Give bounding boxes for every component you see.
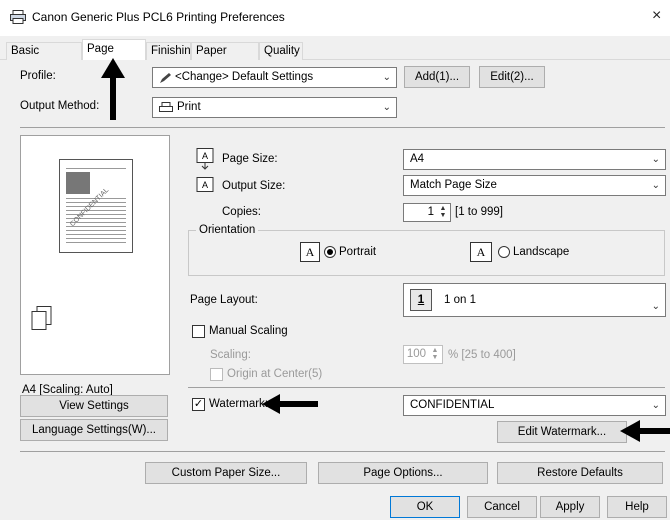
copies-label: Copies: xyxy=(222,206,261,218)
view-settings-button[interactable]: View Settings xyxy=(20,395,168,417)
scaling-label: Scaling: xyxy=(210,349,251,361)
output-size-icon: A xyxy=(196,177,214,192)
page-options-button[interactable]: Page Options... xyxy=(318,462,488,484)
tab-paper-source[interactable]: Paper Source xyxy=(191,42,259,73)
title-bar: Canon Generic Plus PCL6 Printing Prefere… xyxy=(0,0,670,34)
printer-icon xyxy=(10,10,26,24)
watermark-label[interactable]: Watermark: xyxy=(209,398,268,410)
divider xyxy=(20,127,665,128)
language-settings-button[interactable]: Language Settings(W)... xyxy=(20,419,168,441)
page-size-select[interactable]: A4 ⌄ xyxy=(403,149,666,170)
orientation-label: Orientation xyxy=(196,224,259,236)
custom-paper-size-button[interactable]: Custom Paper Size... xyxy=(145,462,307,484)
annotation-arrow-left-2 xyxy=(620,420,670,442)
output-size-value: Match Page Size xyxy=(410,179,497,191)
output-method-select[interactable]: Print ⌄ xyxy=(152,97,397,118)
watermark-checkbox[interactable]: ✓ xyxy=(192,398,205,411)
ok-button[interactable]: OK xyxy=(390,496,460,518)
copies-range: [1 to 999] xyxy=(455,206,503,218)
copies-value: 1 xyxy=(427,206,434,218)
watermark-value: CONFIDENTIAL xyxy=(410,399,495,411)
cancel-button[interactable]: Cancel xyxy=(467,496,537,518)
chevron-down-icon: ⌄ xyxy=(651,154,660,165)
chevron-down-icon: ⌄ xyxy=(382,102,391,113)
preview-page: CONFIDENTIAL xyxy=(59,159,133,253)
landscape-radio[interactable] xyxy=(498,246,510,258)
portrait-icon: A xyxy=(300,242,320,262)
add-profile-button[interactable]: Add(1)... xyxy=(404,66,470,88)
page-layout-label: Page Layout: xyxy=(190,294,258,306)
output-method-value: Print xyxy=(177,101,201,113)
orientation-group xyxy=(188,230,665,276)
preview-image-block xyxy=(66,172,90,194)
portrait-radio[interactable] xyxy=(324,246,336,258)
page-preview: CONFIDENTIAL xyxy=(20,135,170,375)
spin-up-down-icon: ▲ ▼ xyxy=(431,347,439,361)
edit-watermark-button[interactable]: Edit Watermark... xyxy=(497,421,627,443)
spin-up-down-icon[interactable]: ▲ ▼ xyxy=(437,205,449,220)
tab-strip: Basic Settings Page Setup Finishing Pape… xyxy=(0,36,670,73)
copies-stack-icon xyxy=(31,306,52,330)
annotation-arrow-up xyxy=(101,58,125,120)
page-size-label: Page Size: xyxy=(222,153,278,165)
page-size-value: A4 xyxy=(410,153,425,165)
manual-scaling-label[interactable]: Manual Scaling xyxy=(209,325,288,337)
printer-small-icon xyxy=(159,102,173,112)
page-layout-select[interactable]: 1 1 on 1 ⌄ xyxy=(403,283,666,317)
landscape-label[interactable]: Landscape xyxy=(513,246,569,258)
page-layout-value: 1 on 1 xyxy=(444,294,476,306)
window-title: Canon Generic Plus PCL6 Printing Prefere… xyxy=(32,10,285,24)
page-size-icon: A xyxy=(196,148,214,170)
tab-finishing[interactable]: Finishing xyxy=(146,42,197,60)
divider xyxy=(188,387,665,388)
profile-select[interactable]: <Change> Default Settings ⌄ xyxy=(152,67,397,88)
output-size-label: Output Size: xyxy=(222,180,286,192)
chevron-down-icon: ⌄ xyxy=(651,180,660,191)
pencil-icon xyxy=(160,73,171,83)
help-button[interactable]: Help xyxy=(607,496,667,518)
scaling-spinner: 100 ▲ ▼ xyxy=(403,345,443,364)
output-method-label: Output Method: xyxy=(20,100,100,112)
origin-center-label: Origin at Center(5) xyxy=(227,368,323,380)
apply-button[interactable]: Apply xyxy=(540,496,600,518)
restore-defaults-button[interactable]: Restore Defaults xyxy=(497,462,663,484)
tab-quality[interactable]: Quality xyxy=(259,42,303,60)
svg-text:A: A xyxy=(202,151,208,161)
profile-label: Profile: xyxy=(20,70,56,82)
divider xyxy=(20,451,665,452)
scaling-value: 100 xyxy=(406,348,426,360)
origin-center-checkbox xyxy=(210,368,223,381)
chevron-down-icon: ⌄ xyxy=(382,72,391,83)
watermark-select[interactable]: CONFIDENTIAL ⌄ xyxy=(403,395,666,416)
portrait-label[interactable]: Portrait xyxy=(339,246,376,258)
chevron-down-icon: ⌄ xyxy=(651,400,660,411)
layout-1on1-icon: 1 xyxy=(410,289,432,311)
landscape-icon: A xyxy=(470,242,492,262)
close-icon[interactable]: × xyxy=(652,7,661,25)
scaling-range: % [25 to 400] xyxy=(448,349,516,361)
svg-text:A: A xyxy=(202,180,208,190)
copies-spinner[interactable]: 1 ▲ ▼ xyxy=(403,203,451,222)
annotation-arrow-left xyxy=(262,394,318,414)
manual-scaling-checkbox[interactable] xyxy=(192,325,205,338)
edit-profile-button[interactable]: Edit(2)... xyxy=(479,66,545,88)
tab-basic-settings[interactable]: Basic Settings xyxy=(6,42,82,73)
profile-value: <Change> Default Settings xyxy=(175,71,314,83)
chevron-down-icon: ⌄ xyxy=(651,301,660,312)
output-size-select[interactable]: Match Page Size ⌄ xyxy=(403,175,666,196)
